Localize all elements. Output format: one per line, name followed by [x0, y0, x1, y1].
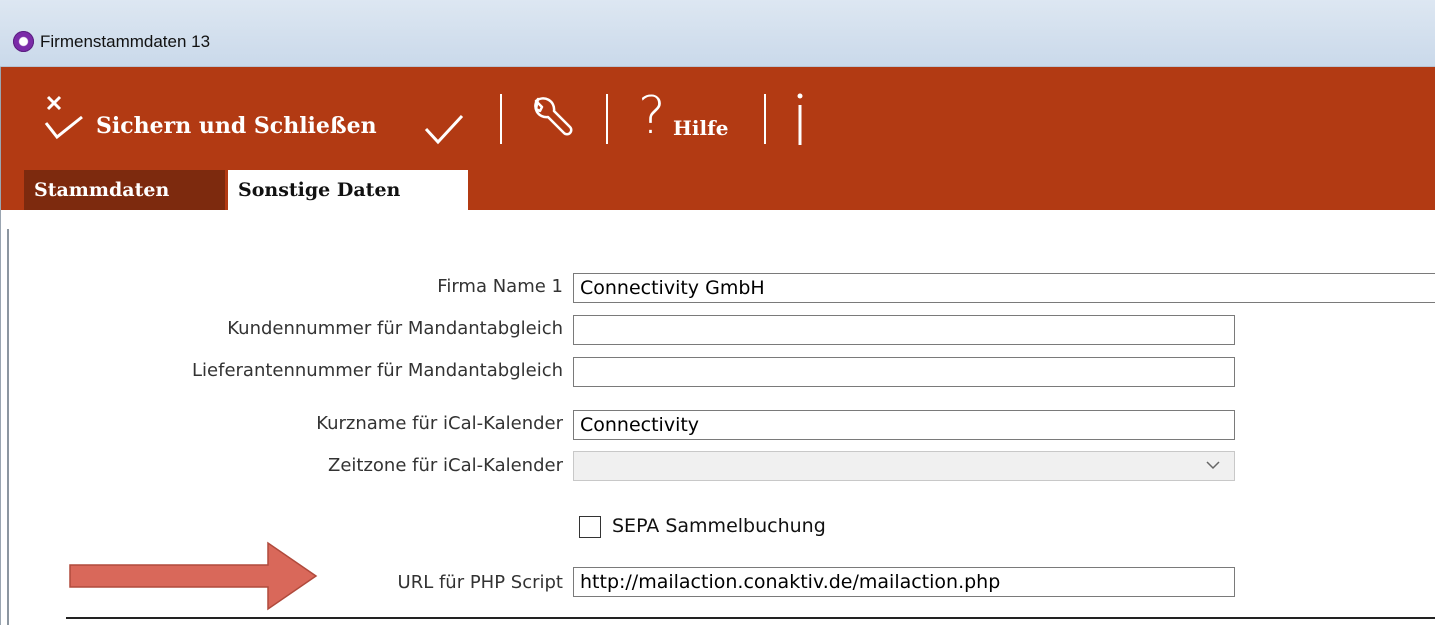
- kundennummer-field[interactable]: [573, 315, 1235, 345]
- save-close-button[interactable]: Sichern und Schließen: [96, 113, 377, 139]
- title-bar: Firmenstammdaten 13: [0, 0, 1435, 67]
- help-icon[interactable]: ?: [638, 86, 666, 146]
- toolbar-separator: [606, 94, 608, 144]
- kurzname-ical-field[interactable]: Connectivity: [573, 410, 1235, 440]
- info-icon[interactable]: [793, 92, 807, 146]
- kurzname-ical-label: Kurzname für iCal-Kalender: [316, 413, 563, 434]
- divider: [66, 617, 1435, 619]
- lieferantennummer-field[interactable]: [573, 357, 1235, 387]
- panel-left-border: [7, 229, 9, 625]
- close-check-icon[interactable]: [44, 93, 84, 143]
- zeitzone-ical-label: Zeitzone für iCal-Kalender: [328, 455, 563, 476]
- toolbar-separator: [500, 94, 502, 144]
- arrow-annotation: [69, 541, 318, 611]
- window-title: Firmenstammdaten 13: [40, 32, 211, 51]
- firma-name-1-label: Firma Name 1: [437, 276, 563, 297]
- app-icon: [13, 31, 34, 52]
- kundennummer-label: Kundennummer für Mandantabgleich: [227, 318, 563, 339]
- lieferantennummer-label: Lieferantennummer für Mandantabgleich: [192, 360, 563, 381]
- sepa-checkbox[interactable]: [579, 516, 601, 538]
- check-icon[interactable]: [424, 113, 464, 145]
- firma-name-1-field[interactable]: Connectivity GmbH: [573, 273, 1435, 303]
- wrench-icon[interactable]: [528, 93, 580, 145]
- toolbar-separator: [764, 94, 766, 144]
- tab-sonstige-daten[interactable]: Sonstige Daten: [228, 170, 468, 211]
- chevron-down-icon: [1206, 461, 1220, 470]
- tab-stammdaten[interactable]: Stammdaten: [24, 170, 225, 210]
- url-php-field[interactable]: http://mailaction.conaktiv.de/mailaction…: [573, 567, 1235, 597]
- zeitzone-ical-select[interactable]: [573, 451, 1235, 481]
- help-button[interactable]: Hilfe: [673, 116, 728, 140]
- sepa-label: SEPA Sammelbuchung: [612, 515, 826, 537]
- url-php-label: URL für PHP Script: [397, 572, 563, 593]
